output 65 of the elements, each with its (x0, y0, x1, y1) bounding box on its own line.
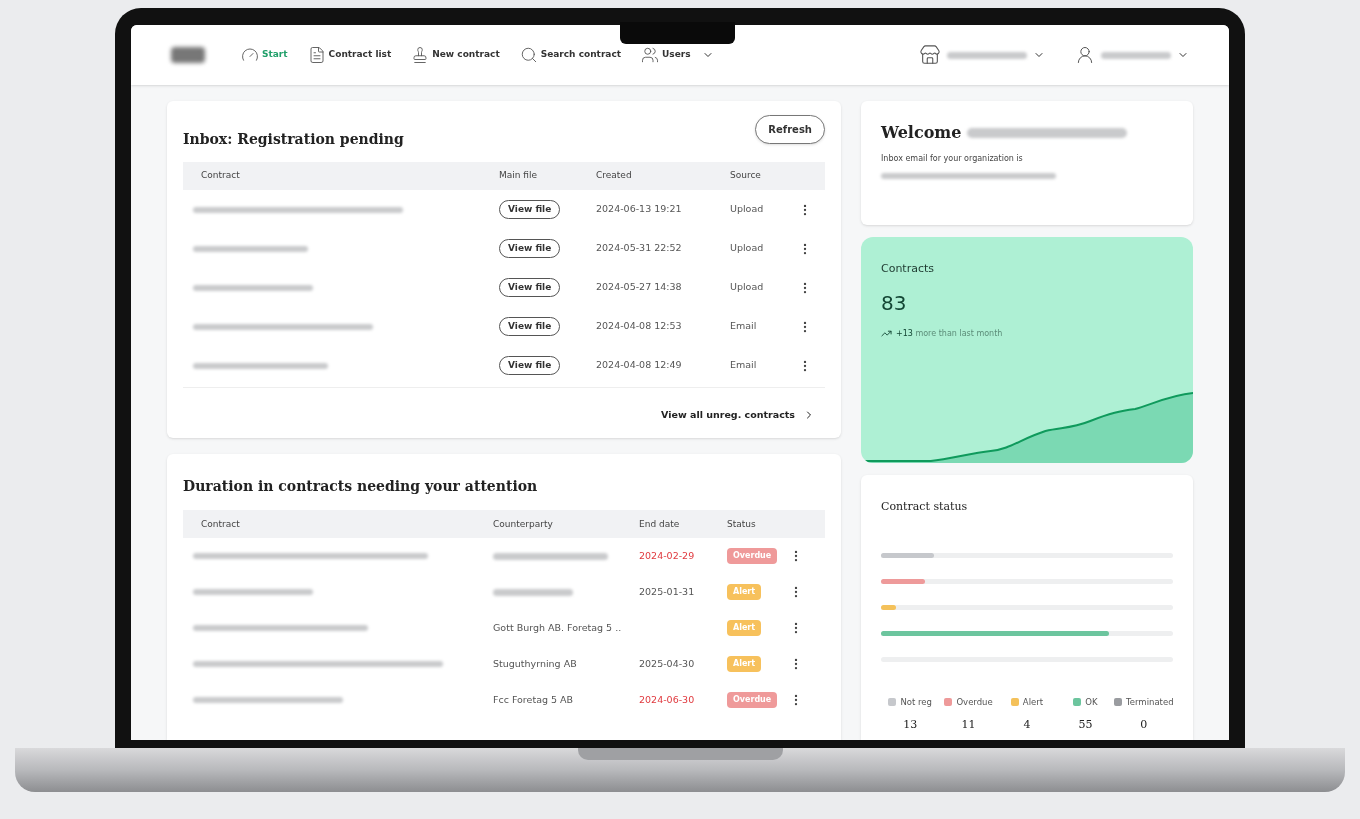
nav-item[interactable]: Users (641, 46, 714, 64)
column-header: Main file (499, 169, 539, 183)
column-header: Contract (201, 517, 241, 531)
status-badge: Overdue (727, 692, 778, 709)
status-count: 0 (1140, 716, 1148, 733)
table-cell-text: Email (730, 319, 758, 334)
column-header: Source (730, 169, 761, 183)
table-cell: 2024-06-30 (639, 694, 695, 706)
status-badge: Alert (727, 620, 762, 637)
user-icon (1075, 45, 1095, 65)
nav-item[interactable]: Contract list (307, 46, 392, 64)
table-cell: Fcc Foretag 5 AB (493, 694, 574, 706)
table-cell-text: 2024-05-31 22:52 (596, 241, 683, 256)
store-icon (919, 44, 941, 66)
legend-label: Alert (1022, 696, 1044, 709)
status-count: 55 (1078, 716, 1093, 733)
document-icon (307, 46, 326, 64)
organization-menu[interactable] (919, 44, 1045, 66)
status-badge: Alert (727, 584, 762, 601)
table-cell: Stuguthyrning AB (493, 658, 577, 670)
users-icon (641, 46, 660, 64)
column-header: Status (727, 517, 756, 531)
welcome-text: Inbox email for your organization is (881, 153, 1024, 165)
table-cell-text: Upload (730, 280, 765, 295)
gauge-icon (241, 46, 259, 64)
nav-item[interactable]: Search contract (519, 46, 622, 64)
view-all-link[interactable]: View all unreg. contracts (661, 408, 815, 423)
redacted-text (1101, 51, 1171, 59)
table-cell: Gott Burgh AB. Foretag 5 .. (493, 622, 622, 634)
column-header: Created (596, 169, 633, 183)
table-cell: 2025-01-31 (639, 586, 695, 598)
card-title: Inbox: Registration pending (183, 130, 404, 149)
table-cell-text: Upload (730, 202, 765, 217)
table-cell: 2025-04-30 (639, 658, 695, 670)
column-header: End date (639, 517, 681, 531)
status-badge: Alert (727, 656, 762, 673)
table-cell-text: 2024-06-13 19:21 (596, 202, 683, 217)
contract-count: 83 (881, 289, 907, 317)
legend-label: Terminated (1126, 696, 1174, 709)
trend-text: +13 more than last month (896, 327, 1003, 340)
legend-label: Overdue (956, 696, 993, 709)
legend-label: OK (1085, 696, 1098, 709)
card-title: Contracts (881, 261, 935, 277)
refresh-button[interactable]: Refresh (755, 115, 825, 144)
status-count: 4 (1023, 716, 1031, 733)
card-title: Contract status (881, 500, 968, 513)
card-title: Duration in contracts needing your attention (183, 478, 538, 495)
status-count: 11 (961, 716, 976, 733)
table-cell: 2024-02-29 (639, 550, 695, 562)
welcome-title: Welcome (881, 122, 962, 144)
column-header: Contract (201, 169, 241, 183)
legend-label: Not reg (900, 696, 932, 709)
stamp-icon (411, 46, 430, 64)
table-cell-text: 2024-04-08 12:53 (596, 319, 683, 334)
table-cell-text: 2024-05-27 14:38 (596, 280, 683, 295)
status-badge: Overdue (727, 548, 778, 565)
table-cell-text: 2024-04-08 12:49 (596, 358, 683, 373)
nav-item[interactable]: New contract (411, 46, 500, 64)
table-cell-text: Email (730, 358, 758, 373)
column-header: Counterparty (493, 517, 554, 531)
logo (171, 47, 205, 63)
status-count: 13 (903, 716, 918, 733)
search-icon (519, 46, 538, 64)
table-cell-text: Upload (730, 241, 765, 256)
trend-icon (881, 328, 892, 339)
